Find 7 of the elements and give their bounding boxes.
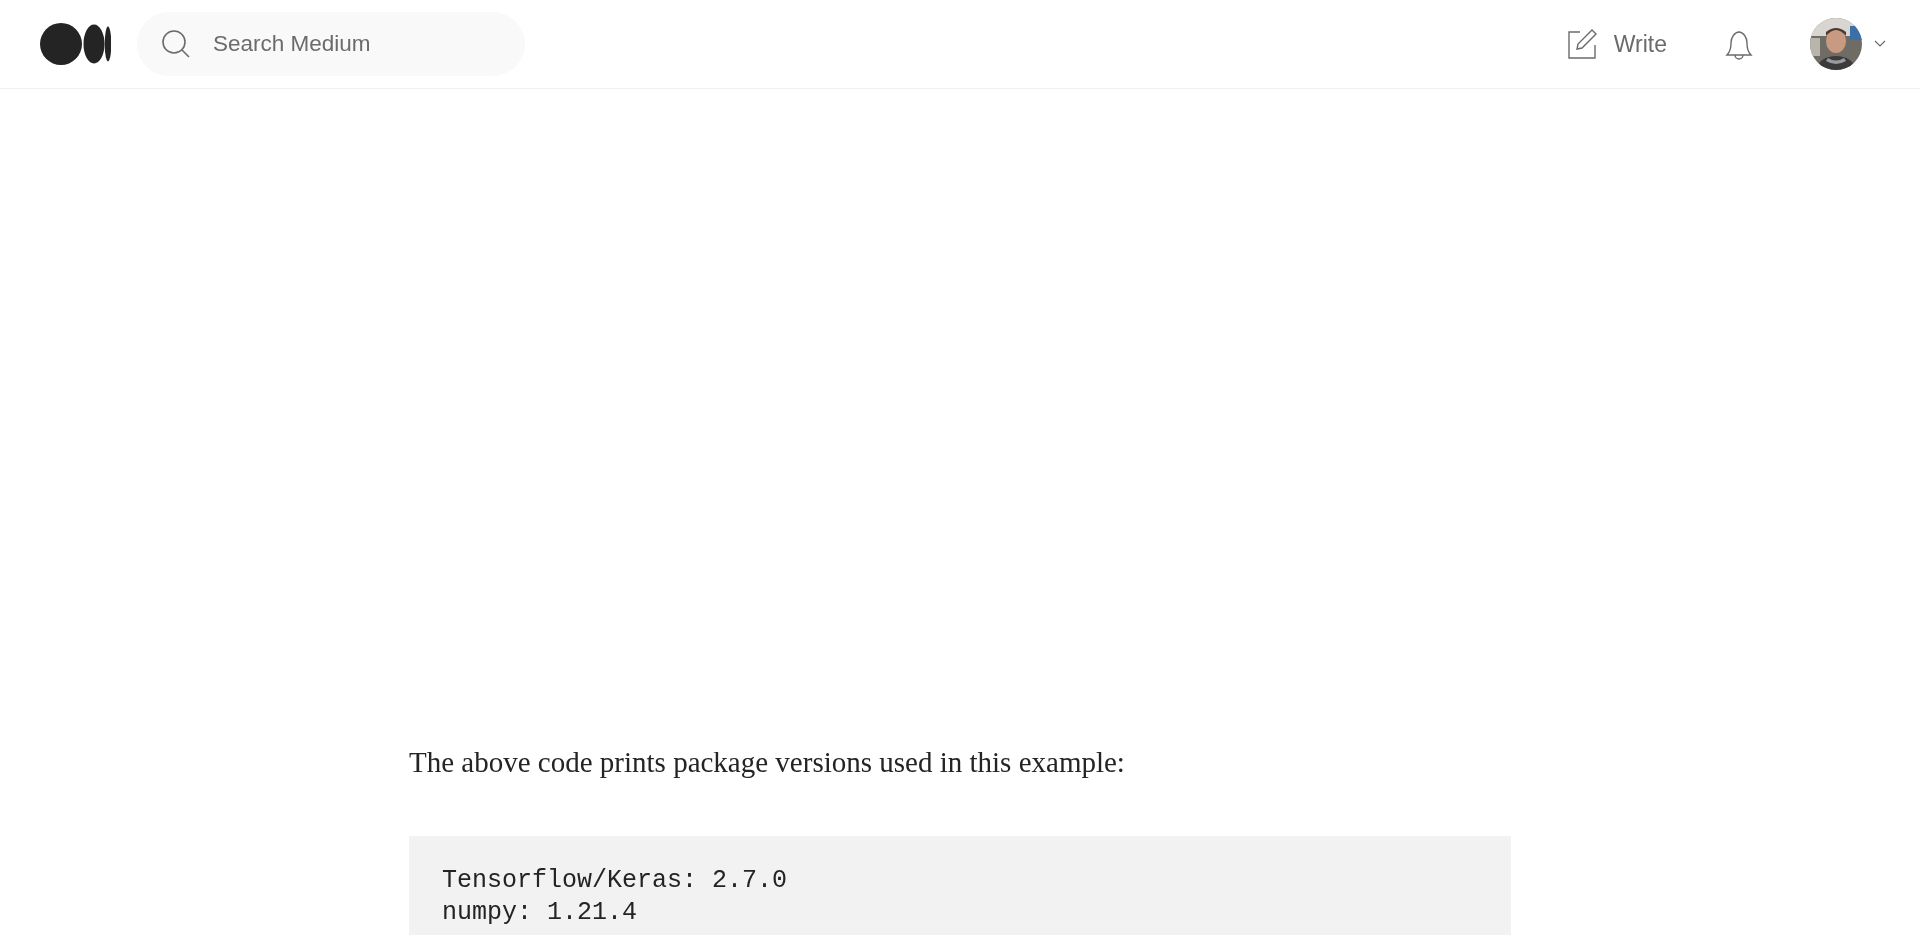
pencil-on-paper-icon — [1565, 28, 1598, 60]
paragraph: The above code prints package versions used in this example: — [409, 745, 1126, 780]
search-field[interactable]: Search Medium — [137, 12, 525, 76]
logo-icon[interactable] — [39, 21, 111, 67]
write-link[interactable]: Write — [1565, 28, 1667, 60]
code-block: Tensorflow/Keras: 2.7.0 numpy: 1.21.4 — [409, 836, 1511, 935]
chevron-down-icon[interactable] — [1874, 40, 1886, 48]
